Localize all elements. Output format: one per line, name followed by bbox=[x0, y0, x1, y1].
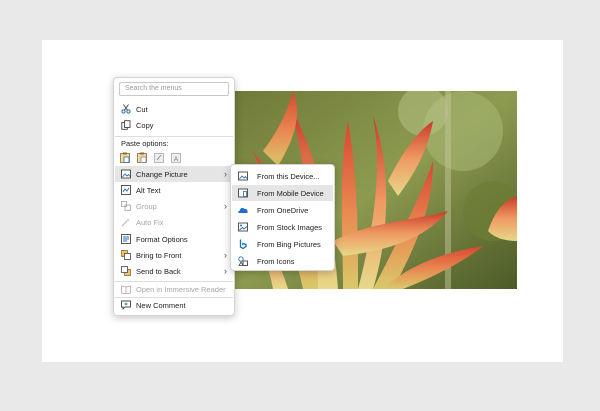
submenu-item-from-stock-images[interactable]: From Stock Images bbox=[232, 219, 333, 235]
submenu-item-label: From Icons bbox=[257, 256, 295, 266]
menu-item-copy[interactable]: Copy bbox=[115, 117, 233, 133]
menu-item-new-comment[interactable]: New Comment bbox=[115, 297, 233, 313]
search-menus-input[interactable]: Search the menus bbox=[119, 82, 229, 96]
onedrive-cloud-icon bbox=[238, 205, 248, 215]
menu-item-change-picture[interactable]: Change Picture › bbox=[115, 166, 233, 182]
change-picture-submenu: From this Device... From Mobile Device F… bbox=[230, 164, 335, 271]
format-options-icon bbox=[121, 234, 131, 244]
submenu-item-label: From Stock Images bbox=[257, 222, 323, 232]
alt-text-icon bbox=[121, 185, 131, 195]
menu-item-label: Change Picture bbox=[136, 169, 188, 179]
paste-keep-source-icon[interactable] bbox=[120, 152, 130, 163]
submenu-item-from-mobile-device[interactable]: From Mobile Device bbox=[232, 185, 333, 201]
submenu-item-from-icons[interactable]: From Icons bbox=[232, 253, 333, 269]
menu-item-label: Auto Fix bbox=[136, 217, 164, 227]
menu-item-group[interactable]: Group › bbox=[115, 198, 233, 214]
menu-item-send-to-back[interactable]: Send to Back › bbox=[115, 263, 233, 279]
menu-item-format-options[interactable]: Format Options bbox=[115, 231, 233, 247]
submenu-item-label: From OneDrive bbox=[257, 205, 309, 215]
mobile-image-icon bbox=[238, 188, 248, 198]
paste-merge-icon[interactable] bbox=[154, 152, 164, 163]
menu-item-label: Send to Back bbox=[136, 266, 181, 276]
copy-icon bbox=[121, 120, 131, 130]
menu-item-label: Copy bbox=[136, 120, 154, 130]
chevron-right-icon: › bbox=[224, 201, 227, 211]
submenu-item-label: From Bing Pictures bbox=[257, 239, 321, 249]
chevron-right-icon: › bbox=[224, 250, 227, 260]
icons-shapes-icon bbox=[238, 256, 248, 266]
stock-image-icon bbox=[238, 222, 248, 232]
auto-fix-wand-icon bbox=[121, 217, 131, 227]
submenu-item-from-this-device[interactable]: From this Device... bbox=[232, 168, 333, 184]
immersive-reader-icon bbox=[121, 284, 131, 294]
paste-options-label: Paste options: bbox=[121, 139, 169, 148]
menu-item-cut[interactable]: Cut bbox=[115, 101, 233, 117]
menu-item-immersive-reader[interactable]: Open in Immersive Reader bbox=[115, 281, 233, 297]
bing-logo-icon bbox=[238, 239, 248, 249]
paste-image-icon[interactable] bbox=[137, 152, 147, 163]
menu-item-label: Alt Text bbox=[136, 185, 161, 195]
menu-item-alt-text[interactable]: Alt Text bbox=[115, 182, 233, 198]
bring-to-front-icon bbox=[121, 250, 131, 260]
picture-icon bbox=[121, 169, 131, 179]
menu-item-bring-to-front[interactable]: Bring to Front › bbox=[115, 247, 233, 263]
menu-item-label: Bring to Front bbox=[136, 250, 182, 260]
divider bbox=[115, 136, 233, 137]
submenu-item-from-onedrive[interactable]: From OneDrive bbox=[232, 202, 333, 218]
menu-item-label: Group bbox=[136, 201, 157, 211]
paste-text-only-icon[interactable]: A bbox=[171, 152, 181, 163]
chevron-right-icon: › bbox=[224, 266, 227, 276]
context-menu: Search the menus Cut Copy Paste options:… bbox=[113, 77, 235, 316]
menu-item-label: New Comment bbox=[136, 300, 186, 310]
svg-text:A: A bbox=[174, 157, 178, 163]
menu-item-auto-fix[interactable]: Auto Fix bbox=[115, 214, 233, 230]
scissors-icon bbox=[121, 104, 131, 114]
chevron-right-icon: › bbox=[224, 169, 227, 179]
submenu-item-from-bing-pictures[interactable]: From Bing Pictures bbox=[232, 236, 333, 252]
send-to-back-icon bbox=[121, 266, 131, 276]
paste-options-row: A bbox=[120, 152, 181, 163]
menu-item-label: Format Options bbox=[136, 234, 188, 244]
submenu-item-label: From this Device... bbox=[257, 171, 320, 181]
menu-item-label: Open in Immersive Reader bbox=[136, 284, 226, 294]
submenu-item-label: From Mobile Device bbox=[257, 188, 324, 198]
comment-icon bbox=[121, 300, 131, 310]
menu-item-label: Cut bbox=[136, 104, 148, 114]
device-image-icon bbox=[238, 171, 248, 181]
group-icon bbox=[121, 201, 131, 211]
